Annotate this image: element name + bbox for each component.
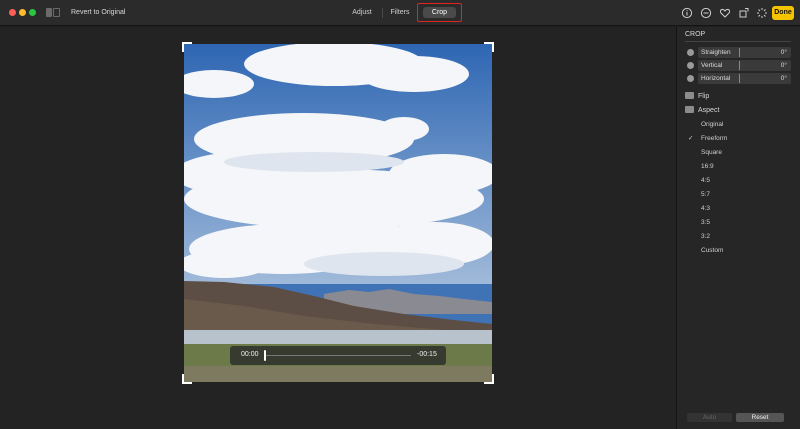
vertical-perspective-icon bbox=[687, 62, 694, 69]
aspect-original[interactable]: Original bbox=[701, 120, 723, 130]
reset-button[interactable]: Reset bbox=[736, 413, 784, 422]
aspect-3-5[interactable]: 3:5 bbox=[701, 218, 710, 228]
flip-icon bbox=[685, 92, 694, 99]
minus-circle-icon[interactable] bbox=[700, 7, 712, 19]
tab-divider bbox=[382, 8, 383, 18]
vertical-value: 0° bbox=[780, 62, 787, 69]
aspect-custom[interactable]: Custom bbox=[701, 246, 723, 256]
aspect-4-3[interactable]: 4:3 bbox=[701, 204, 710, 214]
crop-sidebar: CROP Straighten 0° Vertical 0° Horizonta… bbox=[676, 27, 800, 429]
aspect-5-7[interactable]: 5:7 bbox=[701, 190, 710, 200]
minimize-window-button[interactable] bbox=[19, 9, 26, 16]
crop-handle-top-left[interactable] bbox=[182, 42, 192, 52]
straighten-label: Straighten bbox=[701, 49, 731, 56]
done-button[interactable]: Done bbox=[772, 6, 794, 20]
crop-handle-top-right[interactable] bbox=[484, 42, 494, 52]
zoom-window-button[interactable] bbox=[29, 9, 36, 16]
flip-button[interactable]: Flip bbox=[685, 92, 709, 102]
straighten-value: 0° bbox=[780, 49, 787, 56]
straighten-icon bbox=[687, 49, 694, 56]
aspect-label: Aspect bbox=[698, 107, 720, 114]
crop-tab-highlight bbox=[417, 3, 462, 22]
current-time: 00:00 bbox=[241, 351, 259, 358]
aspect-icon bbox=[685, 106, 694, 113]
tab-adjust[interactable]: Adjust bbox=[345, 4, 379, 21]
video-scrubber[interactable]: 00:00 -00:15 bbox=[230, 346, 446, 365]
sidebar-title: CROP bbox=[685, 31, 706, 38]
heart-icon[interactable] bbox=[719, 7, 731, 19]
crop-handle-bottom-left[interactable] bbox=[182, 374, 192, 384]
playhead[interactable] bbox=[264, 350, 266, 361]
photo-preview bbox=[184, 44, 492, 382]
toolbar: Revert to Original Adjust Filters Crop D… bbox=[0, 0, 800, 26]
flip-label: Flip bbox=[698, 93, 710, 100]
sidebar-toggle-icon[interactable] bbox=[46, 8, 60, 17]
info-icon[interactable] bbox=[681, 7, 693, 19]
scrubber-track[interactable] bbox=[265, 355, 411, 356]
crop-handle-bottom-right[interactable] bbox=[484, 374, 494, 384]
remaining-time: -00:15 bbox=[417, 351, 437, 358]
horizontal-value: 0° bbox=[780, 75, 787, 82]
aspect-4-5[interactable]: 4:5 bbox=[701, 176, 710, 186]
vertical-label: Vertical bbox=[701, 62, 723, 69]
tab-filters[interactable]: Filters bbox=[385, 4, 415, 21]
horizontal-slider[interactable]: Horizontal 0° bbox=[685, 73, 791, 84]
aspect-3-2[interactable]: 3:2 bbox=[701, 232, 710, 242]
straighten-slider[interactable]: Straighten 0° bbox=[685, 47, 791, 58]
aspect-square[interactable]: Square bbox=[701, 148, 722, 158]
horizontal-label: Horizontal bbox=[701, 75, 731, 82]
sidebar-divider bbox=[685, 41, 791, 42]
aspect-freeform[interactable]: Freeform bbox=[701, 134, 727, 144]
checkmark-icon: ✓ bbox=[688, 135, 694, 142]
rotate-icon[interactable] bbox=[738, 7, 750, 19]
auto-button[interactable]: Auto bbox=[687, 413, 732, 422]
aspect-16-9[interactable]: 16:9 bbox=[701, 162, 714, 172]
aspect-button[interactable]: Aspect bbox=[685, 106, 719, 116]
revert-to-original-button[interactable]: Revert to Original bbox=[67, 7, 129, 19]
magic-wand-icon[interactable] bbox=[756, 7, 768, 19]
vertical-slider[interactable]: Vertical 0° bbox=[685, 60, 791, 71]
horizontal-perspective-icon bbox=[687, 75, 694, 82]
close-window-button[interactable] bbox=[9, 9, 16, 16]
